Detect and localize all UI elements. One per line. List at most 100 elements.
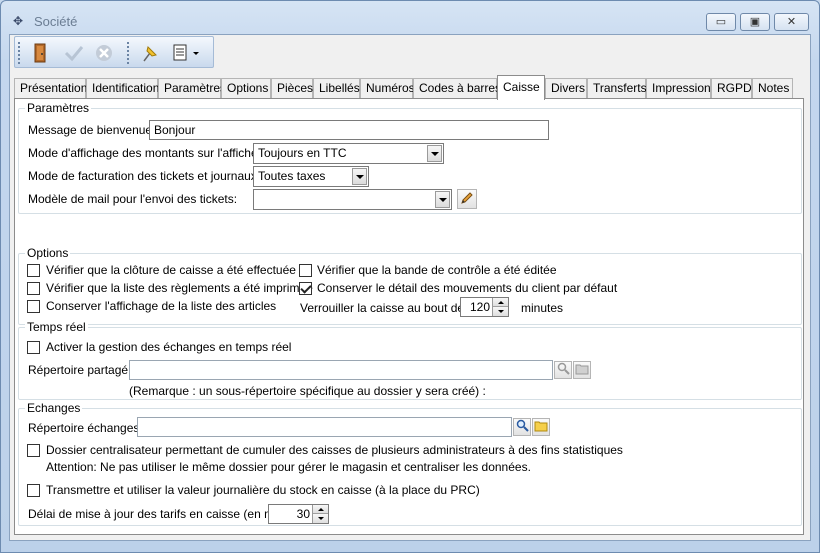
- price-update-delay-stepper[interactable]: 30: [268, 504, 329, 524]
- pencil-icon: [460, 191, 474, 208]
- application-window: ✥ Société ▭ ▣ ✕ Présentation Identificat…: [0, 0, 820, 553]
- stepper-down-icon[interactable]: [313, 514, 328, 523]
- mail-model-select[interactable]: [253, 189, 452, 210]
- validate-button[interactable]: [61, 41, 87, 65]
- report-icon: [172, 43, 202, 63]
- price-update-delay-label: Délai de mise à jour des tarifs en caiss…: [28, 507, 289, 521]
- edit-mail-model-button[interactable]: [457, 189, 477, 209]
- client-area: Présentation Identification Paramètres O…: [9, 34, 811, 541]
- tab-transferts[interactable]: Transferts: [587, 78, 647, 99]
- checkbox-verify-control-tape[interactable]: [299, 264, 312, 277]
- exchange-dir-search-button[interactable]: [513, 418, 531, 436]
- tab-impressions[interactable]: Impressions: [646, 78, 717, 99]
- group-options: Options Vérifier que la clôture de caiss…: [18, 246, 802, 325]
- lock-minutes-value: 120: [469, 300, 490, 314]
- chevron-down-icon[interactable]: [352, 168, 367, 185]
- display-mode-value: Toujours en TTC: [258, 146, 347, 160]
- tab-numeros[interactable]: Numéros: [360, 78, 415, 99]
- daily-stock-value-label: Transmettre et utiliser la valeur journa…: [46, 483, 480, 497]
- stepper-up-icon[interactable]: [313, 505, 328, 514]
- exchange-dir-input[interactable]: [137, 417, 512, 437]
- lock-minutes-stepper[interactable]: 120: [460, 297, 509, 317]
- shared-dir-label: Répertoire partagé :: [28, 363, 135, 377]
- folder-icon: [534, 420, 548, 435]
- stepper-buttons: [312, 505, 328, 523]
- verify-control-tape-label: Vérifier que la bande de contrôle a été …: [317, 263, 557, 277]
- realtime-exchanges-label: Activer la gestion des échanges en temps…: [46, 340, 292, 354]
- billing-mode-select[interactable]: Toutes taxes: [253, 166, 369, 187]
- verify-payments-label: Vérifier que la liste des règlements a é…: [46, 281, 313, 295]
- keep-client-movements-label: Conserver le détail des mouvements du cl…: [317, 281, 618, 295]
- report-menu-button[interactable]: [167, 41, 207, 65]
- minimize-button[interactable]: ▭: [706, 13, 736, 31]
- checkbox-daily-stock-value[interactable]: [27, 484, 40, 497]
- checkbox-verify-payments[interactable]: [27, 282, 40, 295]
- centralizing-warning: Attention: Ne pas utiliser le même dossi…: [46, 460, 531, 474]
- shared-dir-search-button[interactable]: [554, 361, 572, 379]
- tab-libelles[interactable]: Libellés: [313, 78, 360, 99]
- welcome-label: Message de bienvenue :: [28, 123, 159, 137]
- group-title: Temps réel: [25, 320, 88, 334]
- display-mode-label: Mode d'affichage des montants sur l'affi…: [28, 146, 275, 160]
- tab-panel-caisse: Paramètres Message de bienvenue : Bonjou…: [14, 98, 804, 535]
- chevron-down-icon[interactable]: [435, 191, 450, 208]
- mail-model-label: Modèle de mail pour l'envoi des tickets:: [28, 192, 238, 206]
- lock-minutes-unit: minutes: [521, 301, 564, 315]
- window-title: Société: [34, 14, 78, 29]
- cancel-icon: [94, 43, 114, 63]
- cancel-button[interactable]: [91, 41, 117, 65]
- checkmark-icon: [64, 44, 84, 62]
- app-logo-icon: ✥: [13, 14, 24, 28]
- group-temps-reel: Temps réel Activer la gestion des échang…: [18, 320, 802, 400]
- shared-dir-input[interactable]: [129, 360, 553, 380]
- stepper-down-icon[interactable]: [493, 307, 508, 316]
- stepper-up-icon[interactable]: [493, 298, 508, 307]
- tab-strip: Présentation Identification Paramètres O…: [14, 75, 804, 100]
- welcome-input[interactable]: Bonjour: [149, 120, 549, 140]
- chevron-down-icon[interactable]: [427, 145, 442, 162]
- tab-divers[interactable]: Divers: [545, 78, 587, 99]
- display-mode-select[interactable]: Toujours en TTC: [253, 143, 444, 164]
- tab-rgpd[interactable]: RGPD: [711, 78, 752, 99]
- maximize-button[interactable]: ▣: [740, 13, 770, 31]
- tab-notes[interactable]: Notes: [752, 78, 793, 99]
- close-button[interactable]: ✕: [774, 13, 809, 31]
- tab-identification[interactable]: Identification: [86, 78, 159, 99]
- tab-caisse[interactable]: Caisse: [497, 75, 545, 100]
- tab-options[interactable]: Options: [221, 78, 271, 99]
- billing-mode-label: Mode de facturation des tickets et journ…: [28, 169, 264, 183]
- price-update-delay-value: 30: [296, 507, 310, 521]
- shared-dir-browse-button[interactable]: [573, 361, 591, 379]
- tab-pieces[interactable]: Pièces: [271, 78, 313, 99]
- pin-icon: [140, 43, 160, 63]
- pin-button[interactable]: [137, 41, 163, 65]
- checkbox-keep-client-movements[interactable]: [299, 282, 312, 295]
- group-title: Options: [25, 246, 71, 260]
- checkbox-keep-article-list[interactable]: [27, 300, 40, 313]
- centralizing-folder-label: Dossier centralisateur permettant de cum…: [46, 443, 623, 457]
- checkbox-verify-closing[interactable]: [27, 264, 40, 277]
- exchange-dir-browse-button[interactable]: [532, 418, 550, 436]
- keep-article-list-label: Conserver l'affichage de la liste des ar…: [46, 299, 277, 313]
- group-echanges: Echanges Répertoire échanges : Dossier c…: [18, 401, 802, 526]
- search-icon: [557, 362, 570, 378]
- checkbox-centralizing-folder[interactable]: [27, 444, 40, 457]
- checkbox-realtime-exchanges[interactable]: [27, 341, 40, 354]
- tab-parametres[interactable]: Paramètres: [158, 78, 226, 99]
- tab-presentation[interactable]: Présentation: [14, 78, 87, 99]
- search-icon: [516, 419, 529, 435]
- toolbar-grip[interactable]: [18, 42, 21, 64]
- exit-button[interactable]: [27, 41, 53, 65]
- toolbar: [14, 36, 214, 68]
- group-title: Echanges: [25, 401, 83, 415]
- toolbar-grip[interactable]: [127, 42, 130, 64]
- stepper-buttons: [492, 298, 508, 316]
- shared-dir-remark: (Remarque : un sous-répertoire spécifiqu…: [129, 384, 486, 398]
- billing-mode-value: Toutes taxes: [258, 169, 326, 183]
- tab-codes-barres[interactable]: Codes à barres: [413, 78, 501, 99]
- group-title: Paramètres: [25, 101, 92, 115]
- verify-closing-label: Vérifier que la clôture de caisse a été …: [46, 263, 296, 277]
- lock-register-label: Verrouiller la caisse au bout de: [300, 301, 465, 315]
- group-parametres: Paramètres Message de bienvenue : Bonjou…: [18, 101, 802, 214]
- exchange-dir-label: Répertoire échanges :: [28, 421, 147, 435]
